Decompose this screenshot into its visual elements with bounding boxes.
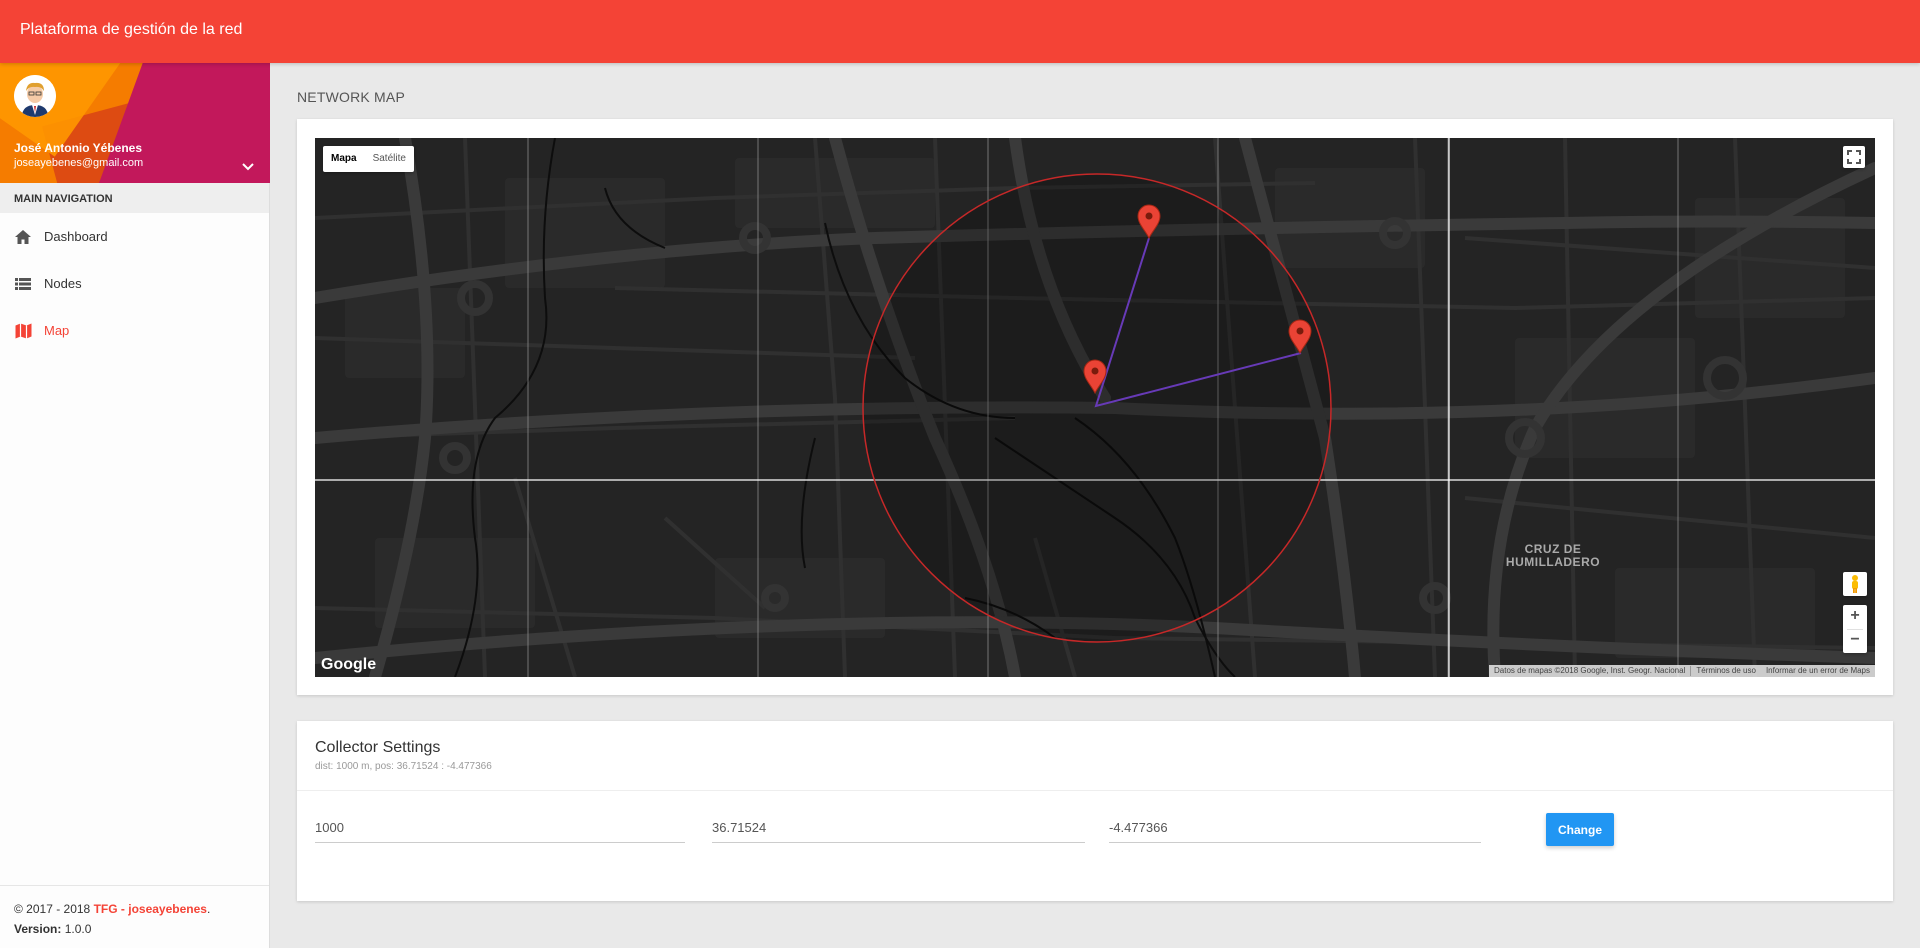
terms-of-use-link[interactable]: Términos de uso bbox=[1691, 665, 1761, 677]
user-info: José Antonio Yébenes joseayebenes@gmail.… bbox=[0, 63, 270, 183]
zoom-in-button[interactable]: + bbox=[1843, 605, 1867, 629]
chevron-down-icon[interactable] bbox=[240, 158, 256, 174]
nav-header: MAIN NAVIGATION bbox=[0, 183, 269, 213]
map-canvas[interactable] bbox=[315, 138, 1875, 677]
version-label: Version: bbox=[14, 922, 62, 936]
fullscreen-button[interactable] bbox=[1843, 146, 1865, 168]
version-value: 1.0.0 bbox=[64, 922, 92, 936]
fullscreen-icon bbox=[1847, 150, 1861, 164]
collector-settings-card: Collector Settings dist: 1000 m, pos: 36… bbox=[297, 721, 1893, 901]
network-map[interactable]: CRUZ DE HUMILLADERO Mapa Satélite + − Go… bbox=[315, 138, 1875, 677]
map-type-satellite-button[interactable]: Satélite bbox=[365, 146, 414, 172]
settings-title: Collector Settings bbox=[315, 739, 441, 756]
home-icon bbox=[14, 228, 32, 246]
page-title: NETWORK MAP bbox=[297, 89, 405, 105]
map-attribution: Datos de mapas ©2018 Google, Inst. Geogr… bbox=[1489, 665, 1875, 677]
settings-header: Collector Settings dist: 1000 m, pos: 36… bbox=[297, 721, 1893, 791]
map-icon bbox=[14, 322, 32, 340]
sidebar-item-label: Dashboard bbox=[44, 229, 108, 244]
sidebar-item-dashboard[interactable]: Dashboard bbox=[0, 213, 269, 260]
sidebar-item-nodes[interactable]: Nodes bbox=[0, 260, 269, 307]
map-card: CRUZ DE HUMILLADERO Mapa Satélite + − Go… bbox=[297, 119, 1893, 695]
google-logo: Google bbox=[321, 656, 377, 673]
settings-subtitle: dist: 1000 m, pos: 36.71524 : -4.477366 bbox=[315, 761, 492, 772]
user-email: joseayebenes@gmail.com bbox=[14, 157, 144, 169]
sidebar: José Antonio Yébenes joseayebenes@gmail.… bbox=[0, 63, 270, 948]
coverage-circle bbox=[862, 173, 1332, 643]
app-title: Plataforma de gestión de la red bbox=[20, 21, 243, 38]
footer-brand-link[interactable]: TFG - joseayebenes bbox=[94, 902, 207, 916]
sidebar-item-map[interactable]: Map bbox=[0, 307, 269, 354]
longitude-input[interactable] bbox=[1109, 813, 1481, 843]
pegman-icon bbox=[1852, 575, 1858, 593]
list-icon bbox=[14, 275, 32, 293]
sidebar-item-label: Nodes bbox=[44, 276, 82, 291]
footer-brand-suffix: . bbox=[206, 902, 211, 916]
sidebar-footer: © 2017 - 2018 TFG - joseayebenes. Versio… bbox=[0, 885, 269, 948]
copyright: © 2017 - 2018 bbox=[14, 902, 91, 916]
top-bar: Plataforma de gestión de la red bbox=[0, 0, 1920, 63]
map-type-control: Mapa Satélite bbox=[323, 146, 414, 172]
distance-input[interactable] bbox=[315, 813, 685, 843]
map-area-label: CRUZ DE HUMILLADERO bbox=[1505, 542, 1601, 569]
latitude-input[interactable] bbox=[712, 813, 1085, 843]
report-error-link[interactable]: Informar de un error de Maps bbox=[1761, 665, 1875, 677]
change-button[interactable]: Change bbox=[1546, 813, 1614, 846]
main-content: NETWORK MAP CRUZ DE HUMILLADERO Mapa Sat… bbox=[270, 63, 1920, 948]
sidebar-item-label: Map bbox=[44, 323, 70, 338]
map-type-roadmap-button[interactable]: Mapa bbox=[323, 146, 365, 172]
street-view-button[interactable] bbox=[1843, 572, 1867, 596]
avatar[interactable] bbox=[14, 75, 56, 117]
map-data-attribution: Datos de mapas ©2018 Google, Inst. Geogr… bbox=[1494, 666, 1686, 675]
zoom-control: + − bbox=[1843, 605, 1867, 653]
zoom-out-button[interactable]: − bbox=[1843, 629, 1867, 653]
user-name: José Antonio Yébenes bbox=[14, 141, 143, 155]
